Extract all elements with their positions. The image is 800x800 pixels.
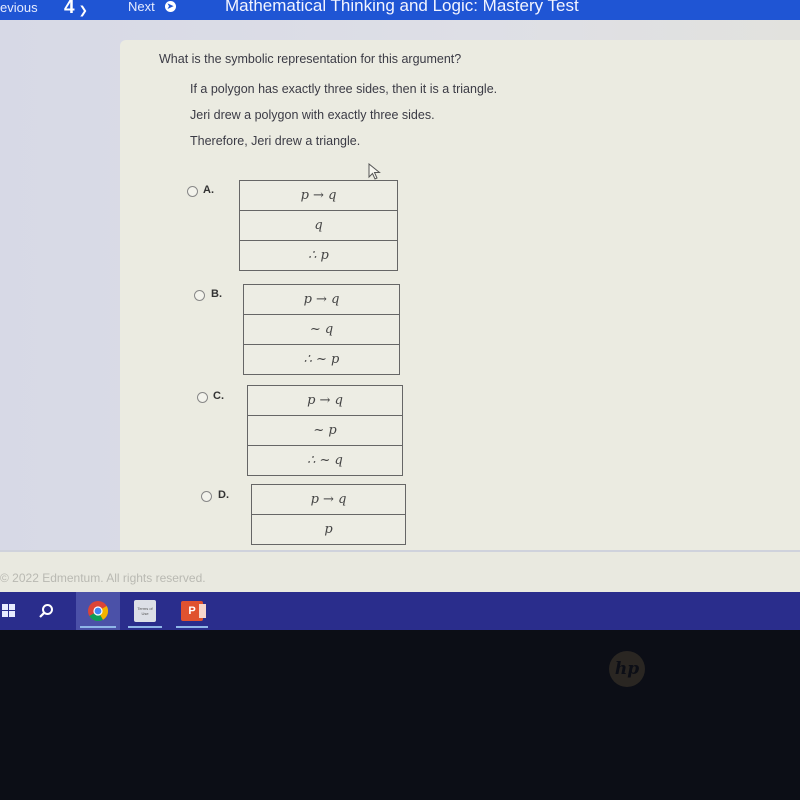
start-button[interactable] [0, 592, 18, 630]
option-letter: B. [211, 288, 222, 300]
question-number: 4 [64, 0, 75, 18]
laptop-bezel [0, 630, 800, 800]
chrome-taskbar-button[interactable] [76, 592, 120, 630]
premise-1: If a polygon has exactly three sides, th… [190, 82, 498, 96]
option-letter: A. [203, 184, 214, 196]
table-row: p → q [248, 386, 402, 416]
table-row: p → q [240, 181, 397, 211]
option-a-table: p → q q ∴ p [239, 180, 398, 271]
mouse-cursor-icon [368, 163, 381, 180]
terms-of-use-icon-label: Terms of Use [137, 606, 153, 616]
radio-button-b[interactable] [194, 290, 205, 301]
table-row: q [240, 211, 397, 241]
windows-icon [2, 604, 15, 617]
test-title: Mathematical Thinking and Logic: Mastery… [225, 0, 579, 15]
previous-button[interactable]: evious [0, 0, 38, 15]
option-letter: C. [213, 390, 224, 402]
table-row: ~ p [248, 416, 402, 446]
premise-3: Therefore, Jeri drew a triangle. [190, 134, 361, 148]
question-prompt: What is the symbolic representation for … [159, 52, 462, 66]
question-number-dropdown[interactable]: 4 ❯ [64, 0, 88, 19]
chevron-down-icon: ❯ [78, 4, 88, 17]
copyright-text: © 2022 Edmentum. All rights reserved. [0, 571, 206, 585]
windows-taskbar: Terms of Use P [0, 592, 800, 630]
search-icon [39, 604, 53, 618]
active-indicator [80, 626, 116, 628]
test-navigation-bar: evious 4 ❯ Next ➤ Mathematical Thinking … [0, 0, 800, 20]
table-row: p [252, 515, 405, 545]
powerpoint-icon-page [199, 604, 206, 618]
open-indicator [176, 626, 208, 628]
table-row: p → q [252, 485, 405, 515]
hp-logo-icon: hp [609, 651, 645, 687]
premise-2: Jeri drew a polygon with exactly three s… [190, 108, 435, 122]
table-row: ∴ ~ p [303, 352, 340, 367]
table-row: ∴ p [308, 248, 329, 263]
screen: evious 4 ❯ Next ➤ Mathematical Thinking … [0, 0, 800, 630]
search-button[interactable] [34, 592, 58, 630]
radio-button-a[interactable] [187, 186, 198, 197]
radio-button-c[interactable] [197, 392, 208, 403]
option-c-table: p → q ~ p ∴ ~ q [247, 385, 403, 476]
terms-of-use-taskbar-button[interactable]: Terms of Use [124, 592, 166, 630]
option-letter: D. [218, 489, 229, 501]
page-footer: © 2022 Edmentum. All rights reserved. [0, 550, 800, 594]
powerpoint-icon-letter: P [188, 605, 196, 617]
next-button[interactable]: Next ➤ [128, 0, 176, 14]
open-indicator [128, 626, 162, 628]
table-row: p → q [244, 285, 399, 315]
table-row: ∴ ~ q [307, 453, 343, 468]
option-d-table: p → q p [251, 484, 406, 545]
table-row: ~ q [244, 315, 399, 345]
chrome-icon [88, 601, 109, 622]
radio-button-d[interactable] [201, 491, 212, 502]
terms-of-use-icon: Terms of Use [134, 600, 156, 622]
arrow-right-circle-icon: ➤ [164, 1, 176, 12]
powerpoint-taskbar-button[interactable]: P [172, 592, 212, 630]
next-label: Next [128, 0, 155, 14]
powerpoint-icon: P [181, 601, 206, 621]
option-b-table: p → q ~ q ∴ ~ p [243, 284, 400, 375]
